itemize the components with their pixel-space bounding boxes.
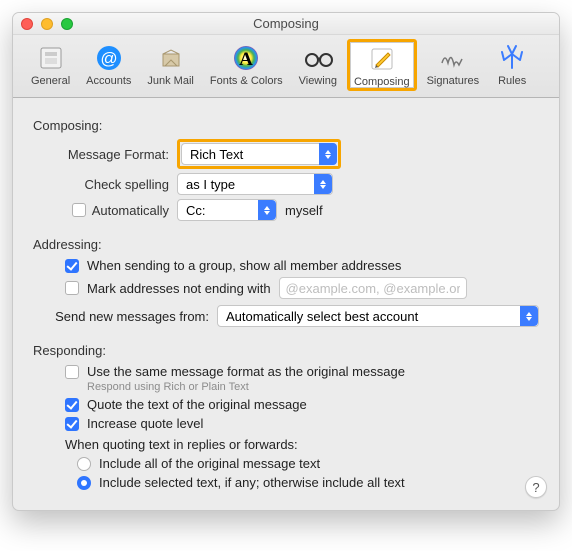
mark-addresses-checkbox[interactable] [65,281,79,295]
tab-label: Signatures [427,75,480,87]
section-composing: Composing: [33,118,539,133]
mark-addresses-input[interactable] [279,277,467,299]
increase-quote-label: Increase quote level [87,416,203,431]
automatically-checkbox[interactable] [72,203,86,217]
group-addresses-label: When sending to a group, show all member… [87,258,401,273]
same-format-hint: Respond using Rich or Plain Text [87,381,249,393]
tab-signatures[interactable]: Signatures [421,39,486,91]
message-format-select[interactable]: Rich Text [181,143,337,165]
chevron-updown-icon [319,143,337,165]
chevron-updown-icon [520,306,538,326]
signatures-icon [436,41,470,75]
tab-rules[interactable]: Rules [489,39,535,91]
quoting-header: When quoting text in replies or forwards… [65,437,298,452]
tab-label: Viewing [299,75,337,87]
include-all-radio[interactable] [77,457,91,471]
section-responding: Responding: [33,343,539,358]
rules-icon [495,41,529,75]
tab-fonts-colors[interactable]: A Fonts & Colors [204,39,289,91]
include-selected-radio[interactable] [77,476,91,490]
tab-composing[interactable]: Composing [347,39,417,91]
tab-accounts[interactable]: @ Accounts [80,39,137,91]
composing-icon [365,42,399,76]
toolbar: General @ Accounts Junk Mail [13,35,559,98]
tab-label: Junk Mail [147,75,193,87]
junk-mail-icon [154,41,188,75]
mark-addresses-label: Mark addresses not ending with [87,281,271,296]
check-spelling-label: Check spelling [33,177,169,192]
chevron-updown-icon [258,200,276,220]
send-from-label: Send new messages from: [33,309,209,324]
preferences-body: Composing: Message Format: Rich Text Che… [13,98,559,510]
accounts-icon: @ [92,41,126,75]
tab-label: Fonts & Colors [210,75,283,87]
help-button[interactable]: ? [525,476,547,498]
include-all-label: Include all of the original message text [99,456,320,471]
check-spelling-select[interactable]: as I type [177,173,333,195]
titlebar: Composing [13,13,559,35]
group-addresses-checkbox[interactable] [65,259,79,273]
quote-text-checkbox[interactable] [65,398,79,412]
message-format-label: Message Format: [33,147,169,162]
tab-label: Accounts [86,75,131,87]
include-selected-label: Include selected text, if any; otherwise… [99,475,405,490]
svg-text:@: @ [100,49,117,68]
tab-viewing[interactable]: Viewing [293,39,343,91]
automatically-label: Automatically [92,203,169,218]
same-format-checkbox[interactable] [65,365,79,379]
increase-quote-checkbox[interactable] [65,417,79,431]
chevron-updown-icon [314,174,332,194]
tab-general[interactable]: General [25,39,76,91]
window-title: Composing [13,16,559,31]
general-icon [34,41,68,75]
quote-text-label: Quote the text of the original message [87,397,307,412]
fonts-colors-icon: A [229,41,263,75]
section-addressing: Addressing: [33,237,539,252]
preferences-window: Composing General @ Accounts Junk Mail [12,12,560,511]
tab-label: Composing [354,76,410,88]
tab-label: Rules [498,75,526,87]
tab-label: General [31,75,70,87]
tab-junk-mail[interactable]: Junk Mail [141,39,199,91]
help-icon: ? [532,480,539,495]
send-from-select[interactable]: Automatically select best account [217,305,539,327]
same-format-label: Use the same message format as the origi… [87,364,405,379]
viewing-icon [301,41,335,75]
svg-text:A: A [239,49,253,70]
automatically-suffix: myself [285,203,323,218]
